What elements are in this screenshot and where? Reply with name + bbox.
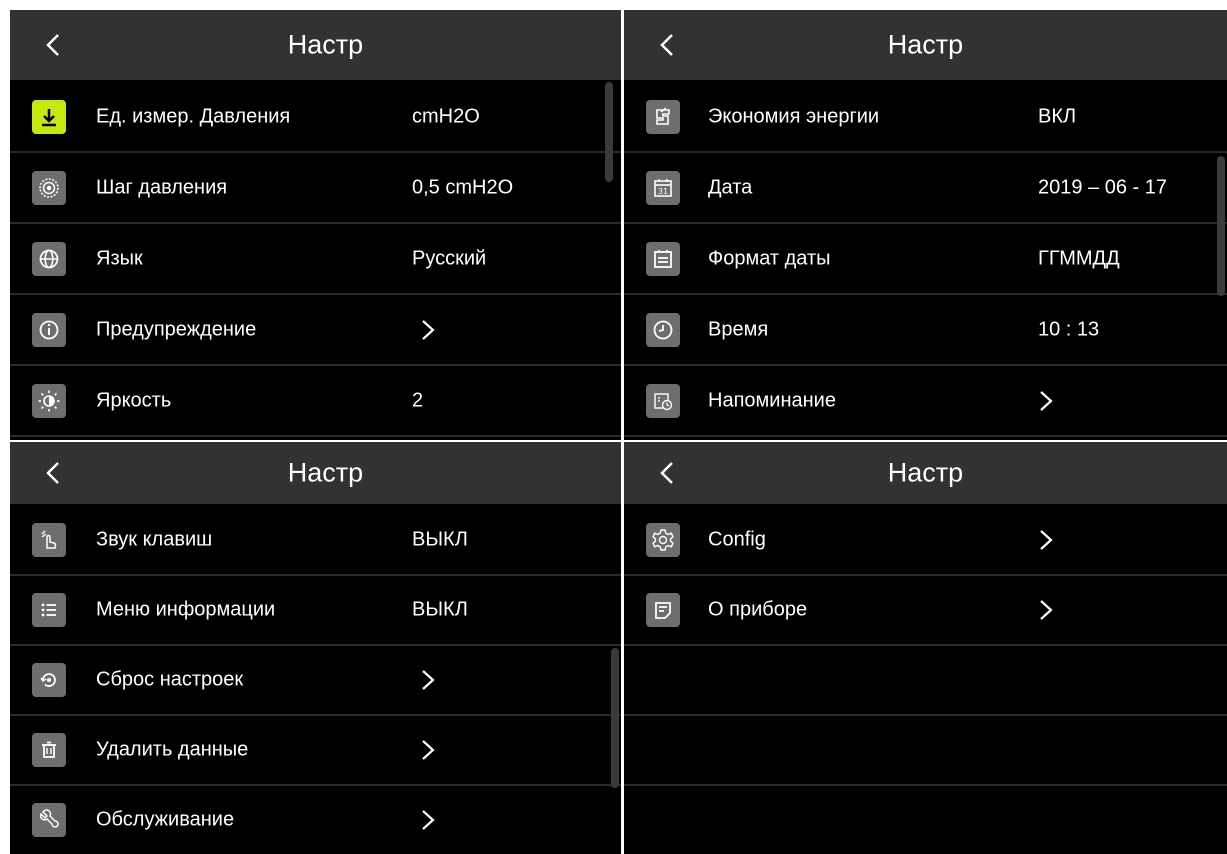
settings-row-about-device[interactable]: О приборе <box>624 576 1227 646</box>
gear-icon <box>646 523 680 557</box>
settings-row-time[interactable]: Время 10 : 13 <box>624 295 1227 366</box>
header-bar: Настр <box>10 10 621 80</box>
wrench-icon <box>32 803 66 837</box>
page-title: Настр <box>887 457 964 488</box>
row-label: Ед. измер. Давления <box>96 105 291 127</box>
chevron-right-icon <box>422 319 435 340</box>
globe-icon <box>32 241 66 276</box>
row-label: Обслуживание <box>96 808 235 831</box>
list-icon <box>32 593 66 627</box>
row-value: cmH2O <box>412 105 480 127</box>
empty-row <box>624 646 1227 716</box>
settings-row-delete-data[interactable]: Удалить данные <box>10 716 621 786</box>
settings-row-key-sound[interactable]: Звук клавиш ВЫКЛ <box>10 506 621 576</box>
row-value: ГГММДД <box>1038 247 1120 269</box>
empty-row <box>624 786 1227 854</box>
settings-row-pressure-unit[interactable]: Ед. измер. Давления cmH2O <box>10 82 621 153</box>
settings-row-warning[interactable]: Предупреждение <box>10 295 621 366</box>
scrollbar[interactable] <box>611 648 619 788</box>
chevron-right-icon <box>1040 600 1053 620</box>
header-bar: Настр <box>624 10 1227 80</box>
row-label: Удалить данные <box>96 738 249 761</box>
row-label: Дата <box>708 176 753 198</box>
row-label: Предупреждение <box>96 318 257 340</box>
settings-row-maintenance[interactable]: Обслуживание <box>10 786 621 854</box>
brightness-icon <box>32 383 66 418</box>
svg-text:31: 31 <box>658 187 668 196</box>
calendar-format-icon <box>646 241 680 276</box>
settings-row-brightness[interactable]: Яркость 2 <box>10 366 621 437</box>
settings-row-reset-settings[interactable]: Сброс настроек <box>10 646 621 716</box>
settings-row-language[interactable]: Язык Русский <box>10 224 621 295</box>
touch-sound-icon <box>32 523 66 557</box>
chevron-right-icon <box>422 810 435 830</box>
settings-panel-system: Настр Звук клавиш ВЫКЛ Меню информации В… <box>10 442 621 854</box>
row-value: ВЫКЛ <box>412 598 468 621</box>
chevron-right-icon <box>422 670 435 690</box>
row-label: Меню информации <box>96 598 276 621</box>
calendar-31-icon: 31 <box>646 170 680 205</box>
settings-panel-pressure: Настр Ед. измер. Давления cmH2O Шаг давл… <box>10 10 621 440</box>
page-title: Настр <box>287 29 364 60</box>
scrollbar[interactable] <box>1217 156 1225 296</box>
settings-row-reminder[interactable]: Напоминание <box>624 366 1227 437</box>
row-value: ВКЛ <box>1038 105 1077 127</box>
row-label: Яркость <box>96 389 172 411</box>
settings-list: Ед. измер. Давления cmH2O Шаг давления 0… <box>10 82 621 437</box>
row-label: Экономия энергии <box>708 105 880 127</box>
settings-row-config[interactable]: Config <box>624 506 1227 576</box>
pressure-target-icon <box>32 170 66 205</box>
scrollbar[interactable] <box>605 82 613 182</box>
page-title: Настр <box>887 29 964 60</box>
row-label: Config <box>708 528 766 551</box>
settings-row-pressure-step[interactable]: Шаг давления 0,5 cmH2O <box>10 153 621 224</box>
settings-row-date-format[interactable]: Формат даты ГГММДД <box>624 224 1227 295</box>
download-icon <box>32 99 66 134</box>
row-label: Звук клавиш <box>96 528 213 551</box>
settings-row-info-menu[interactable]: Меню информации ВЫКЛ <box>10 576 621 646</box>
chevron-right-icon <box>422 740 435 760</box>
energy-save-icon <box>646 99 680 134</box>
row-label: Время <box>708 318 769 340</box>
settings-list: Экономия энергии ВКЛ 31 Дата 2019 – 06 -… <box>624 82 1227 437</box>
document-icon <box>646 593 680 627</box>
reset-icon <box>32 663 66 697</box>
settings-row-energy-saving[interactable]: Экономия энергии ВКЛ <box>624 82 1227 153</box>
settings-panel-datetime: Настр Экономия энергии ВКЛ 31 Дата 2019 … <box>624 10 1227 440</box>
header-bar: Настр <box>624 442 1227 504</box>
chevron-right-icon <box>1040 530 1053 550</box>
row-value: 10 : 13 <box>1038 318 1100 340</box>
settings-row-date[interactable]: 31 Дата 2019 – 06 - 17 <box>624 153 1227 224</box>
page-title: Настр <box>287 457 364 488</box>
settings-list: Звук клавиш ВЫКЛ Меню информации ВЫКЛ Сб… <box>10 506 621 854</box>
reminder-icon <box>646 383 680 418</box>
row-label: Язык <box>96 247 143 269</box>
row-label: Сброс настроек <box>96 668 244 691</box>
clock-icon <box>646 312 680 347</box>
empty-row <box>624 716 1227 786</box>
settings-list: Config О приборе <box>624 506 1227 854</box>
row-value: 0,5 cmH2O <box>412 176 514 198</box>
chevron-right-icon <box>1040 390 1053 411</box>
row-value: ВЫКЛ <box>412 528 468 551</box>
header-bar: Настр <box>10 442 621 504</box>
row-label: Напоминание <box>708 389 836 411</box>
info-icon <box>32 312 66 347</box>
settings-panel-about: Настр Config О приборе <box>624 442 1227 854</box>
row-value: Русский <box>412 247 487 269</box>
trash-icon <box>32 733 66 767</box>
row-label: Формат даты <box>708 247 831 269</box>
row-value: 2019 – 06 - 17 <box>1038 176 1167 198</box>
row-value: 2 <box>412 389 424 411</box>
row-label: О приборе <box>708 598 808 621</box>
row-label: Шаг давления <box>96 176 228 198</box>
